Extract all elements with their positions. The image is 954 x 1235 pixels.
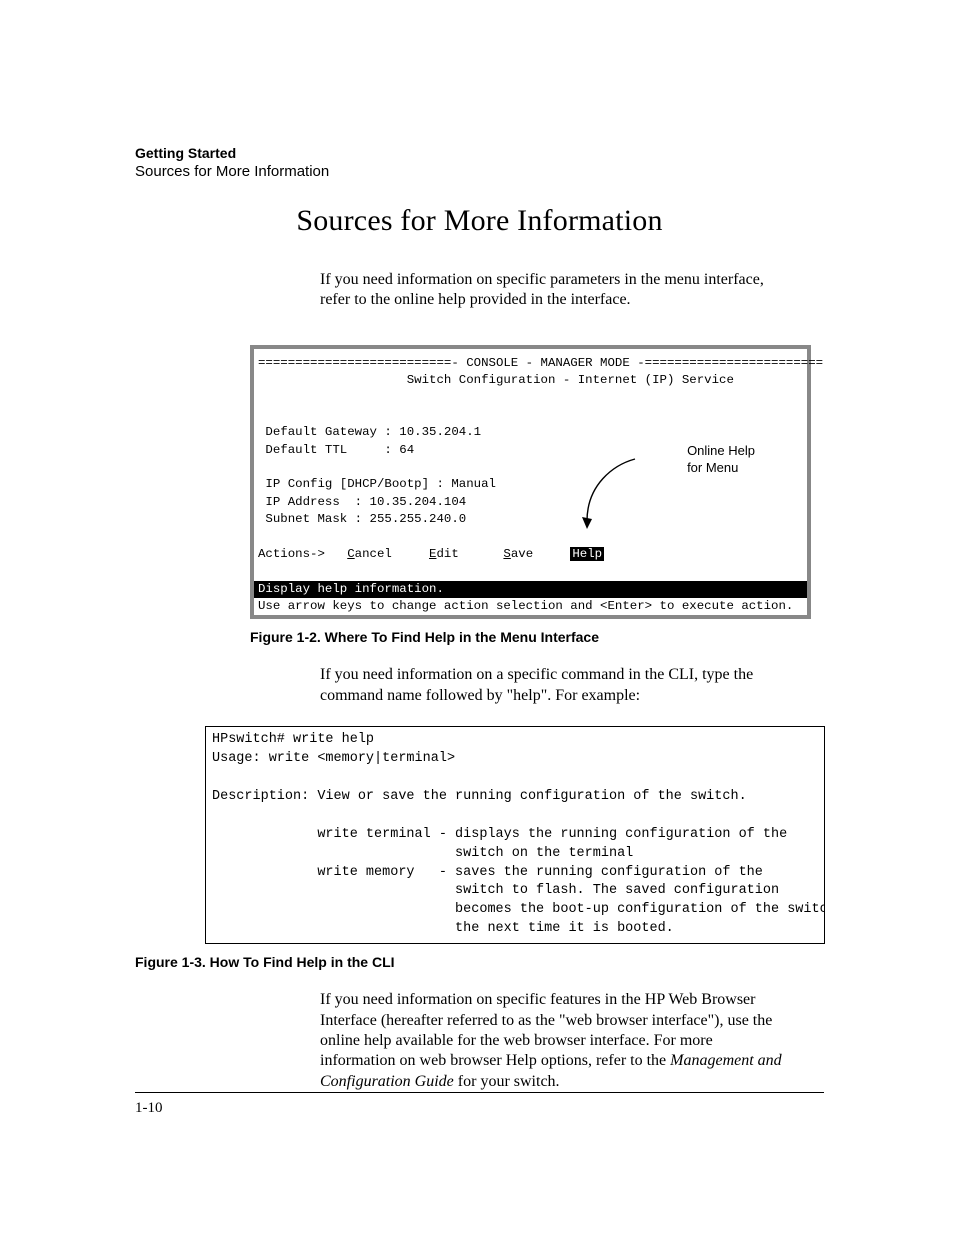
actions-prefix: Actions-> [258,547,347,561]
row-ip-address: IP Address : 10.35.204.104 [254,494,807,511]
gap [392,547,429,561]
status-line-hint: Use arrow keys to change action selectio… [254,598,807,615]
action-edit: dit [436,547,458,561]
intro-paragraph: If you need information on specific para… [320,270,790,311]
action-cancel: ancel [355,547,392,561]
blank-row [254,563,807,580]
figure-1-3-caption: Figure 1-3. How To Find Help in the CLI [135,954,824,970]
console-subtitle: Switch Configuration - Internet (IP) Ser… [254,372,807,389]
action-help-selected: Help [570,547,604,561]
row-subnet-mask: Subnet Mask : 255.255.240.0 [254,511,807,528]
row-default-gateway: Default Gateway : 10.35.204.1 [254,424,807,441]
blank-row [254,390,807,407]
action-save-u: S [503,547,510,561]
action-cancel-u: C [347,547,354,561]
running-header-chapter: Getting Started [135,145,824,161]
status-line-highlight: Display help information. [254,581,807,598]
row-ip-config: IP Config [DHCP/Bootp] : Manual [254,476,807,493]
para3-part-b: for your switch. [454,1073,560,1090]
console-rule-top: ==========================- CONSOLE - MA… [254,355,807,372]
console-figure: ==========================- CONSOLE - MA… [250,345,811,619]
callout-online-help: Online Help for Menu [687,443,755,477]
page-number: 1-10 [135,1100,163,1117]
figure-1-2-caption: Figure 1-2. Where To Find Help in the Me… [250,629,824,645]
footer-rule [135,1092,824,1093]
action-save: ave [511,547,533,561]
gap [459,547,504,561]
actions-row: Actions-> Cancel Edit Save Help [254,546,807,563]
paragraph-web-browser: If you need information on specific feat… [320,990,790,1092]
gap [533,547,570,561]
running-header-section: Sources for More Information [135,163,824,180]
callout-line1: Online Help [687,443,755,460]
cli-figure: HPswitch# write help Usage: write <memor… [205,726,825,944]
paragraph-cli-intro: If you need information on a specific co… [320,665,790,706]
console-screen: ==========================- CONSOLE - MA… [254,349,807,615]
page: Getting Started Sources for More Informa… [0,0,954,1235]
blank-row [254,407,807,424]
blank-row [254,529,807,546]
page-title: Sources for More Information [135,204,824,238]
callout-line2: for Menu [687,460,755,477]
